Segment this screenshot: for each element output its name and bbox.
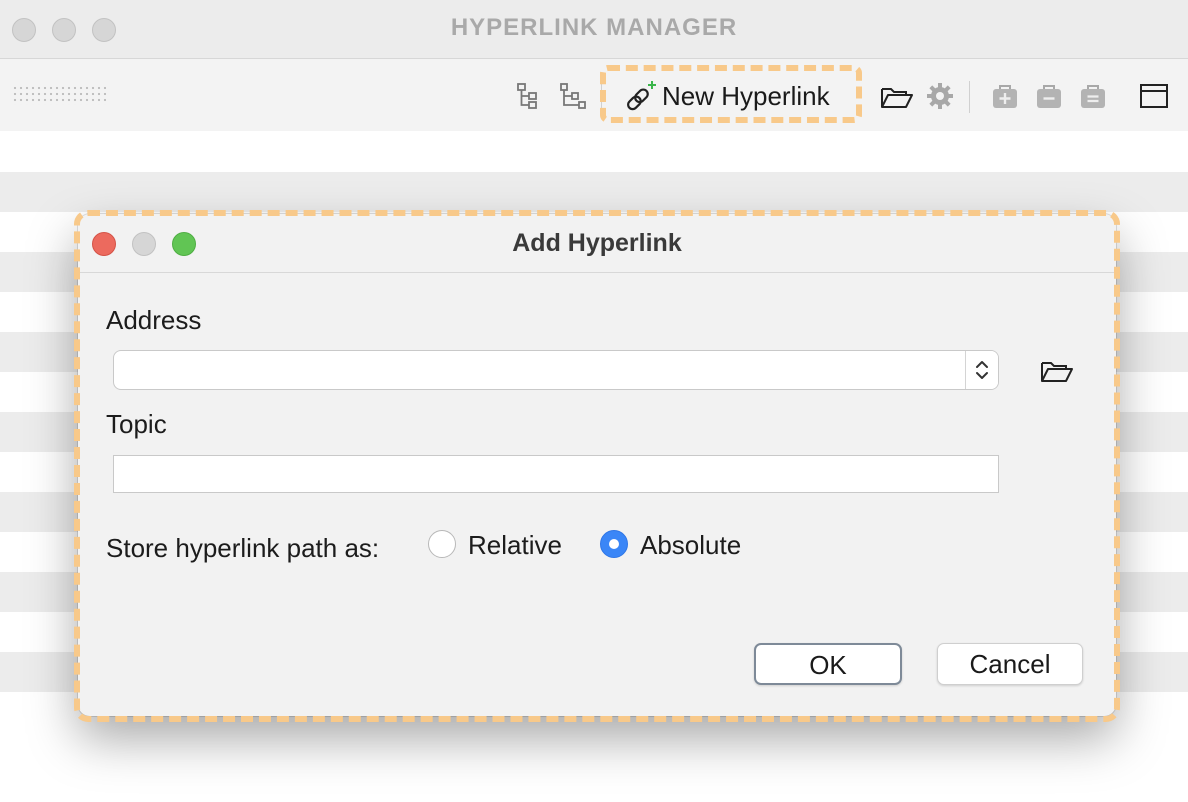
tree-collapse-icon[interactable] <box>515 81 541 111</box>
chevron-updown-icon <box>976 361 988 379</box>
cancel-button[interactable]: Cancel <box>937 643 1083 685</box>
topic-label: Topic <box>106 409 167 439</box>
address-combobox[interactable] <box>113 350 999 390</box>
toolbar-grip-handle[interactable] <box>12 85 106 105</box>
edit-item-icon[interactable] <box>1078 81 1108 111</box>
address-dropdown-stepper[interactable] <box>965 351 998 389</box>
dialog-title: Add Hyperlink <box>512 229 682 257</box>
main-titlebar: HYPERLINK MANAGER <box>0 0 1188 59</box>
dialog-titlebar: Add Hyperlink <box>78 214 1116 273</box>
tree-expand-icon[interactable] <box>558 81 588 111</box>
new-hyperlink-label: New Hyperlink <box>662 81 830 111</box>
toolbar-separator <box>969 81 970 113</box>
topic-input[interactable] <box>113 455 999 493</box>
remove-item-icon[interactable] <box>1034 81 1064 111</box>
browse-folder-icon[interactable] <box>1040 357 1074 385</box>
window-title: HYPERLINK MANAGER <box>450 14 738 41</box>
window-icon[interactable] <box>1139 81 1169 111</box>
add-hyperlink-dialog: Add Hyperlink Address Topic Store hyperl… <box>78 214 1116 716</box>
relative-radio[interactable] <box>428 530 456 558</box>
main-window: HYPERLINK MANAGER New Hyperlink Add Hype… <box>0 0 1188 802</box>
absolute-radio[interactable] <box>600 530 628 558</box>
add-item-icon[interactable] <box>990 81 1020 111</box>
ok-button[interactable]: OK <box>754 643 902 685</box>
gear-icon[interactable] <box>925 81 955 111</box>
link-add-icon <box>627 81 656 111</box>
relative-radio-label[interactable]: Relative <box>468 530 562 561</box>
folder-open-icon[interactable] <box>880 83 914 111</box>
store-path-label: Store hyperlink path as: <box>106 533 380 563</box>
toolbar: New Hyperlink <box>0 59 1188 131</box>
address-label: Address <box>106 305 202 335</box>
absolute-radio-label[interactable]: Absolute <box>640 530 741 561</box>
